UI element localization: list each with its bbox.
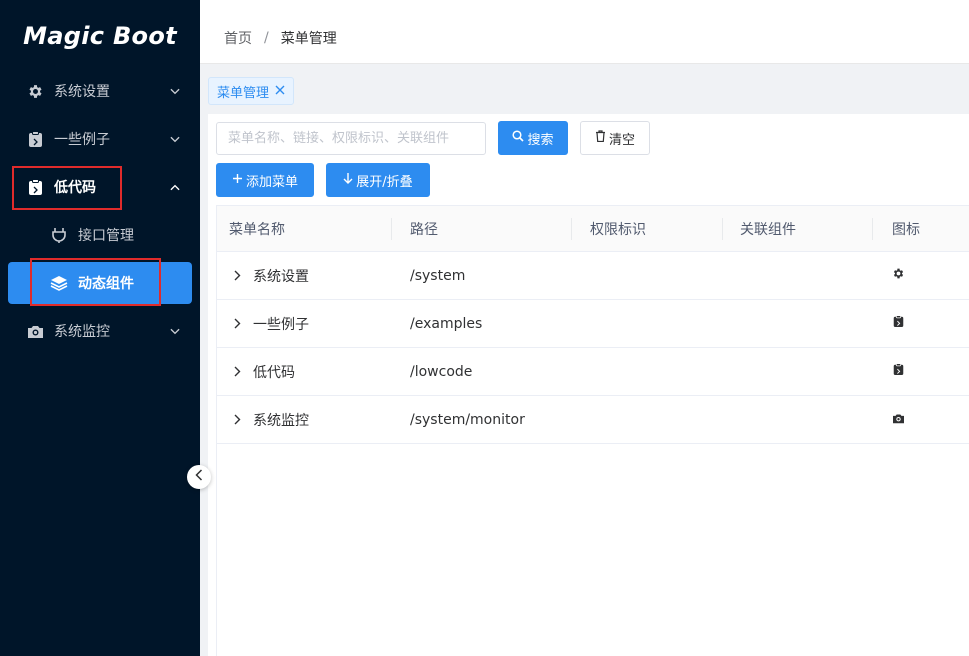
sidebar-item-system-settings[interactable]: 系统设置 <box>0 67 200 115</box>
chevron-right-icon[interactable] <box>231 269 243 281</box>
clear-button[interactable]: 清空 <box>580 121 650 155</box>
column-header-name: 菜单名称 <box>229 222 285 238</box>
column-divider <box>872 218 873 240</box>
tab-menu-management[interactable]: 菜单管理 <box>208 77 295 105</box>
sidebar-item-label: 低代码 <box>54 180 96 196</box>
sidebar-collapse-button[interactable] <box>187 465 211 489</box>
clipboard-icon <box>26 130 44 148</box>
cell-path: /system/monitor <box>410 411 525 428</box>
app-logo: Magic Boot <box>23 22 177 50</box>
column-header-permission: 权限标识 <box>590 222 646 238</box>
table-header: 菜单名称 路径 权限标识 关联组件 图标 <box>217 205 969 252</box>
clipboard-icon <box>893 363 904 380</box>
chevron-right-icon[interactable] <box>231 317 243 329</box>
breadcrumb-separator: / <box>264 30 269 46</box>
chevron-right-icon[interactable] <box>231 413 243 425</box>
chevron-left-icon <box>195 469 203 485</box>
sidebar-item-label: 接口管理 <box>78 228 134 244</box>
table-row[interactable]: 系统设置 /system <box>217 252 969 300</box>
sidebar-item-system-monitor[interactable]: 系统监控 <box>0 307 200 355</box>
cell-name: 系统监控 <box>253 412 309 429</box>
chevron-right-icon[interactable] <box>231 365 243 377</box>
sidebar: Magic Boot 系统设置 一些例子 低代码 接口管理 动态组件 系统监控 <box>0 0 200 656</box>
table-row[interactable]: 一些例子 /examples <box>217 300 969 348</box>
column-divider <box>391 218 392 240</box>
chevron-down-icon <box>170 86 180 96</box>
tag-label: 菜单管理 <box>217 85 270 101</box>
cell-path: /lowcode <box>410 363 473 380</box>
top-header: 首页 / 菜单管理 <box>200 0 969 64</box>
tags-bar: 菜单管理 <box>200 64 969 114</box>
column-divider <box>722 218 723 240</box>
cell-icon <box>892 396 905 443</box>
search-icon <box>512 130 525 146</box>
clipboard-icon <box>893 315 904 332</box>
cell-path: /system <box>410 267 466 284</box>
cell-path: /examples <box>410 315 483 332</box>
expand-collapse-button[interactable]: 展开/折叠 <box>326 163 430 197</box>
cell-name: 系统设置 <box>253 268 309 285</box>
sidebar-item-label: 一些例子 <box>54 132 110 148</box>
chevron-up-icon <box>170 182 180 192</box>
search-button-label: 搜索 <box>527 132 554 148</box>
add-menu-button[interactable]: 添加菜单 <box>216 163 314 197</box>
breadcrumb-home[interactable]: 首页 <box>224 28 252 48</box>
breadcrumb-current: 菜单管理 <box>280 31 337 47</box>
breadcrumb: 首页 / 菜单管理 <box>224 28 337 48</box>
camera-icon <box>892 412 905 428</box>
main-content: 搜索 清空 添加菜单 展开/折叠 菜单名称 路径 权限标识 关联组件 图标 <box>208 114 969 656</box>
clipboard-icon <box>26 178 44 196</box>
column-header-path: 路径 <box>410 222 438 238</box>
sidebar-item-dynamic-components[interactable]: 动态组件 <box>8 262 192 304</box>
add-menu-button-label: 添加菜单 <box>245 174 298 190</box>
layers-icon <box>50 274 68 292</box>
sidebar-item-lowcode[interactable]: 低代码 <box>0 163 200 211</box>
camera-icon <box>26 322 44 340</box>
clear-button-label: 清空 <box>608 132 635 148</box>
column-divider <box>571 218 572 240</box>
close-icon[interactable] <box>275 84 285 99</box>
cell-icon <box>893 348 904 395</box>
plus-icon <box>232 173 243 188</box>
expand-collapse-button-label: 展开/折叠 <box>356 174 413 190</box>
sidebar-item-examples[interactable]: 一些例子 <box>0 115 200 163</box>
column-header-icon: 图标 <box>892 222 920 238</box>
cell-name: 一些例子 <box>253 316 309 333</box>
table-row[interactable]: 系统监控 /system/monitor <box>217 396 969 444</box>
sidebar-item-label: 系统监控 <box>54 324 110 340</box>
sidebar-item-label: 系统设置 <box>54 84 110 100</box>
search-button[interactable]: 搜索 <box>498 121 568 155</box>
menu-table: 菜单名称 路径 权限标识 关联组件 图标 系统设置 /system 一些例子 /… <box>216 205 969 656</box>
trash-icon <box>595 130 606 146</box>
chevron-down-icon <box>170 326 180 336</box>
cell-icon <box>892 252 905 299</box>
sidebar-item-label: 动态组件 <box>78 276 134 292</box>
sidebar-item-api-management[interactable]: 接口管理 <box>8 214 192 256</box>
search-input[interactable] <box>216 122 486 155</box>
chevron-down-icon <box>170 134 180 144</box>
cell-icon <box>893 300 904 347</box>
arrow-down-icon <box>343 172 353 188</box>
gear-icon <box>26 82 44 100</box>
gear-icon <box>892 267 905 284</box>
cell-name: 低代码 <box>253 364 295 381</box>
table-row[interactable]: 低代码 /lowcode <box>217 348 969 396</box>
plug-icon <box>50 226 68 244</box>
column-header-component: 关联组件 <box>740 222 796 238</box>
